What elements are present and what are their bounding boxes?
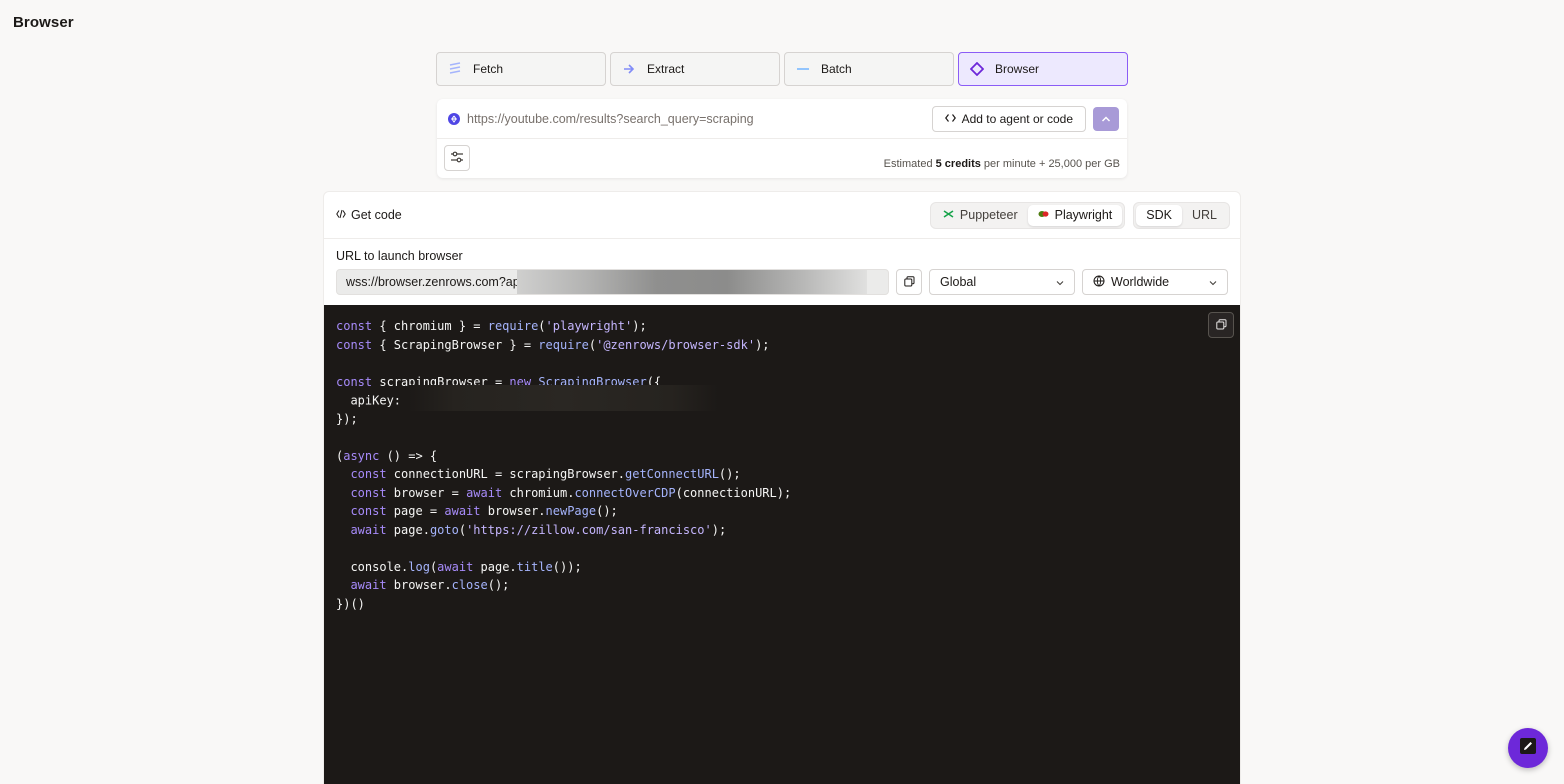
- code-line: const connectionURL = scrapingBrowser.ge…: [350, 467, 741, 481]
- url-panel: Add to agent or code Estimated 5 credits…: [437, 99, 1127, 178]
- tab-label: Browser: [995, 62, 1040, 76]
- code-line: (async () => {: [336, 448, 438, 463]
- copy-url-button[interactable]: [896, 269, 922, 295]
- agent-button-label: Add to agent or code: [961, 111, 1073, 126]
- code-line: const { chromium } = require('playwright…: [336, 319, 647, 333]
- tab-label: Fetch: [473, 62, 504, 76]
- library-switch: Puppeteer Playwright: [929, 201, 1126, 229]
- chevron-down-icon: [1056, 275, 1064, 289]
- region-select[interactable]: Global: [929, 269, 1075, 295]
- settings-button[interactable]: [444, 145, 470, 171]
- code-line: })(): [336, 596, 365, 611]
- tab-sdk[interactable]: SDK: [1136, 204, 1182, 226]
- tab-extract[interactable]: Extract: [610, 52, 780, 86]
- chat-button[interactable]: [1508, 728, 1548, 768]
- tab-browser[interactable]: Browser: [958, 52, 1128, 86]
- tab-label: Batch: [821, 62, 852, 76]
- tab-label: Extract: [647, 62, 685, 76]
- page-title: Browser: [13, 14, 74, 31]
- tab-batch[interactable]: Batch: [784, 52, 954, 86]
- mode-switch: SDK URL: [1133, 201, 1230, 229]
- collapse-button[interactable]: [1093, 106, 1119, 131]
- fetch-icon: [447, 61, 463, 77]
- globe-icon: [447, 112, 461, 126]
- code-icon: [336, 208, 346, 222]
- arrow-right-icon: [621, 61, 637, 77]
- wss-url-value: wss://browser.zenrows.com?apil: [346, 275, 526, 289]
- tab-playwright[interactable]: Playwright: [1027, 204, 1123, 226]
- sliders-icon: [450, 151, 464, 166]
- credits-estimate: Estimated 5 credits per minute + 25,000 …: [884, 158, 1120, 170]
- wss-url-field[interactable]: wss://browser.zenrows.com?apil: [336, 269, 889, 295]
- estimate-suffix: per minute + 25,000 per GB: [980, 158, 1120, 170]
- chevron-down-icon: [1209, 275, 1217, 289]
- region-select-value: Global: [940, 275, 977, 289]
- url-input[interactable]: [467, 111, 932, 126]
- redacted-api-key: [408, 385, 719, 411]
- copy-icon: [1215, 318, 1227, 333]
- diamond-icon: [969, 61, 985, 77]
- estimate-prefix: Estimated: [883, 158, 936, 170]
- code-brackets-icon: [944, 112, 956, 126]
- tab-fetch[interactable]: Fetch: [436, 52, 606, 86]
- code-line: console.log(await page.title());: [336, 559, 582, 574]
- tab-puppeteer[interactable]: Puppeteer: [933, 205, 1028, 226]
- code-line: const browser = await chromium.connectOv…: [350, 485, 792, 500]
- code-block[interactable]: const { chromium } = require('playwright…: [324, 305, 1240, 784]
- chevron-up-icon: [1101, 111, 1111, 126]
- get-code-label: Get code: [351, 208, 402, 222]
- launch-url-label: URL to launch browser: [336, 249, 463, 263]
- redacted-api-key: [517, 270, 867, 294]
- copy-code-button[interactable]: [1208, 312, 1234, 338]
- code-panel: Get code Puppeteer Playwright SDK URL UR…: [323, 191, 1241, 784]
- code-line: const page = await browser.newPage();: [350, 504, 618, 518]
- globe-icon: [1093, 275, 1105, 290]
- playwright-label: Playwright: [1054, 208, 1113, 222]
- country-select[interactable]: Worldwide: [1082, 269, 1228, 295]
- edit-icon: [1519, 737, 1537, 760]
- tab-url[interactable]: URL: [1182, 205, 1227, 226]
- batch-icon: [795, 61, 811, 77]
- puppeteer-label: Puppeteer: [959, 208, 1018, 222]
- code-line: const { ScrapingBrowser } = require('@ze…: [336, 337, 770, 352]
- code-line: });: [336, 411, 358, 426]
- estimate-credits: 5 credits: [935, 158, 981, 170]
- add-to-agent-button[interactable]: Add to agent or code: [931, 105, 1086, 132]
- country-select-value: Worldwide: [1111, 275, 1170, 289]
- product-tabs: Fetch Extract Batch Browser: [436, 52, 1128, 86]
- code-line: apiKey:: [336, 385, 1228, 411]
- playwright-icon: [1038, 208, 1049, 222]
- code-line: await page.goto('https://zillow.com/san-…: [350, 522, 727, 537]
- puppeteer-icon: [943, 208, 954, 222]
- code-line: await browser.close();: [350, 578, 510, 592]
- get-code-title: Get code: [336, 208, 402, 222]
- copy-icon: [903, 275, 915, 290]
